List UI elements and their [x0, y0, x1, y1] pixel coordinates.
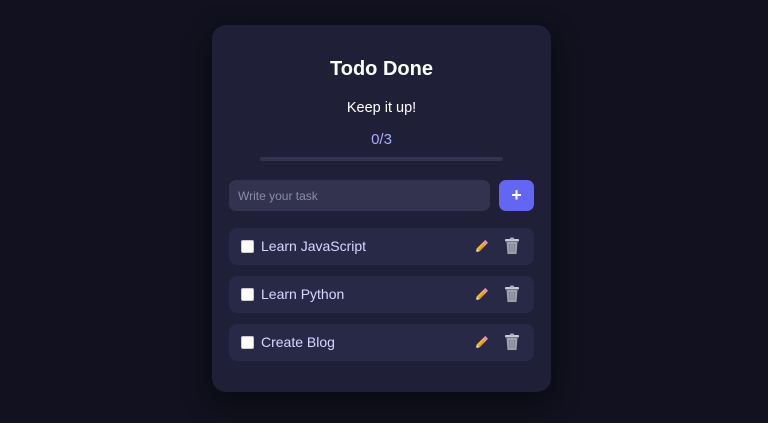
task-label: Create Blog	[261, 334, 335, 350]
task-list: Learn JavaScript Learn Python Create Blo…	[229, 228, 534, 372]
trash-icon[interactable]	[504, 285, 520, 303]
todo-card: Todo Done Keep it up! 0/3 + Learn JavaSc…	[212, 25, 551, 392]
trash-icon[interactable]	[504, 333, 520, 351]
add-task-button[interactable]: +	[499, 180, 534, 211]
trash-icon[interactable]	[504, 237, 520, 255]
task-item: Learn Python	[229, 276, 534, 313]
task-label: Learn Python	[261, 286, 345, 302]
pencil-icon[interactable]	[472, 238, 490, 256]
task-item: Learn JavaScript	[229, 228, 534, 265]
task-counter: 0/3	[371, 131, 392, 148]
task-checkbox[interactable]	[241, 240, 254, 253]
pencil-icon[interactable]	[472, 286, 490, 304]
progress-bar	[260, 157, 503, 161]
task-input[interactable]	[229, 180, 490, 211]
task-item: Create Blog	[229, 324, 534, 361]
task-checkbox[interactable]	[241, 288, 254, 301]
task-label: Learn JavaScript	[261, 238, 367, 254]
pencil-icon[interactable]	[472, 334, 490, 352]
app-title: Todo Done	[330, 58, 433, 80]
task-checkbox[interactable]	[241, 336, 254, 349]
motivation-text: Keep it up!	[346, 100, 417, 116]
